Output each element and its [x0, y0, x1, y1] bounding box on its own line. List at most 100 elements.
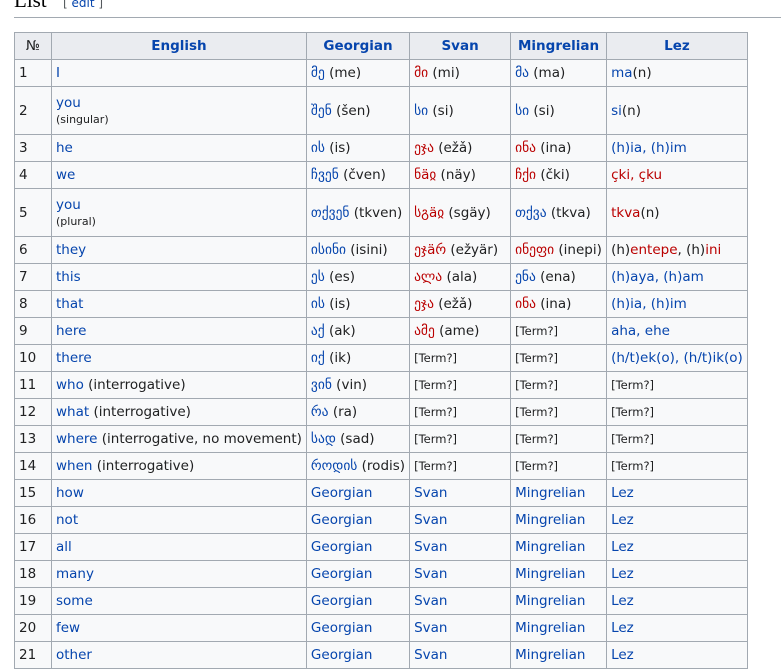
red-link[interactable]: entepe: [630, 242, 677, 258]
wiki-link[interactable]: Georgian: [311, 566, 373, 582]
wiki-link[interactable]: ვინ: [311, 377, 332, 393]
wiki-link[interactable]: you: [56, 197, 81, 213]
wiki-link[interactable]: we: [56, 167, 75, 183]
red-link[interactable]: ნäჲ: [414, 167, 436, 183]
wiki-link[interactable]: I: [56, 65, 60, 81]
wiki-link[interactable]: Mingrelian: [515, 593, 585, 609]
wiki-link[interactable]: ის: [311, 296, 325, 312]
wiki-link[interactable]: Svan: [414, 512, 447, 528]
wiki-link[interactable]: Lez: [611, 539, 634, 555]
red-link[interactable]: ეჯა: [414, 296, 434, 312]
wiki-link[interactable]: ის: [311, 140, 325, 156]
wiki-link[interactable]: ეს: [311, 269, 325, 285]
wiki-link[interactable]: სი: [414, 103, 428, 119]
wiki-link[interactable]: სი: [515, 103, 529, 119]
wiki-link[interactable]: Lez: [611, 485, 634, 501]
wiki-link[interactable]: many: [56, 566, 94, 582]
wiki-link[interactable]: ენა: [515, 269, 536, 285]
red-link[interactable]: çki, çku: [611, 167, 662, 183]
wiki-link[interactable]: იქ: [311, 350, 325, 366]
wiki-link[interactable]: Lez: [611, 620, 634, 636]
column-header-georgian[interactable]: Georgian: [305, 32, 411, 60]
cell-english: you (plural): [51, 188, 307, 237]
wiki-link[interactable]: Georgian: [311, 593, 373, 609]
wiki-link[interactable]: როდის: [311, 458, 357, 474]
wiki-link[interactable]: Mingrelian: [515, 620, 585, 636]
wiki-link[interactable]: მე: [311, 65, 325, 81]
wiki-link[interactable]: Mingrelian: [515, 512, 585, 528]
wiki-link[interactable]: they: [56, 242, 86, 258]
wiki-link[interactable]: (h/t)ek(o), (h/t)ik(o): [611, 350, 743, 366]
column-header-svan[interactable]: Svan: [409, 32, 512, 60]
wiki-link[interactable]: when: [56, 458, 92, 474]
wiki-link[interactable]: Georgian: [311, 647, 373, 663]
column-header-mingrelian[interactable]: Mingrelian: [510, 32, 608, 60]
wiki-link[interactable]: this: [56, 269, 81, 285]
wiki-link[interactable]: some: [56, 593, 93, 609]
wiki-link[interactable]: you: [56, 95, 81, 111]
wiki-link[interactable]: Svan: [414, 593, 447, 609]
edit-link[interactable]: edit: [72, 0, 95, 10]
wiki-link[interactable]: not: [56, 512, 78, 528]
wiki-link[interactable]: few: [56, 620, 80, 636]
wiki-link[interactable]: what: [56, 404, 89, 420]
wiki-link[interactable]: თქვენ: [311, 205, 350, 221]
wiki-link[interactable]: Mingrelian: [515, 485, 585, 501]
wiki-link[interactable]: რა: [311, 404, 329, 420]
wiki-link[interactable]: Svan: [414, 566, 447, 582]
wiki-link[interactable]: Mingrelian: [515, 566, 585, 582]
red-link[interactable]: ინა: [515, 296, 536, 312]
wiki-link[interactable]: si: [611, 103, 622, 119]
wiki-link[interactable]: (h)aya, (h)am: [611, 269, 704, 285]
red-link[interactable]: ეჯäრ: [414, 242, 446, 258]
wiki-link[interactable]: Svan: [414, 485, 447, 501]
wiki-link[interactable]: who: [56, 377, 84, 393]
red-link[interactable]: tkva: [611, 205, 640, 221]
cell-lez: (h)ia, (h)im: [606, 134, 748, 162]
red-link[interactable]: ini: [705, 242, 721, 258]
wiki-link[interactable]: Svan: [414, 620, 447, 636]
red-link[interactable]: მი: [414, 65, 428, 81]
wiki-link[interactable]: other: [56, 647, 92, 663]
red-link[interactable]: ეჯა: [414, 140, 434, 156]
column-header-lez[interactable]: Lez: [606, 32, 748, 60]
wiki-link[interactable]: Georgian: [311, 512, 373, 528]
wiki-link[interactable]: მა: [515, 65, 529, 81]
wiki-link[interactable]: Lez: [611, 566, 634, 582]
wiki-link[interactable]: ისინი: [311, 242, 346, 258]
wiki-link[interactable]: Lez: [611, 512, 634, 528]
wiki-link[interactable]: (h)ia, (h)im: [611, 140, 687, 156]
wiki-link[interactable]: Georgian: [311, 485, 373, 501]
wiki-link[interactable]: Lez: [611, 647, 634, 663]
wiki-link[interactable]: (h)ia, (h)im: [611, 296, 687, 312]
red-link[interactable]: ჩქი: [515, 167, 536, 183]
wiki-link[interactable]: that: [56, 296, 83, 312]
red-link[interactable]: ინა: [515, 140, 536, 156]
wiki-link[interactable]: Svan: [414, 539, 447, 555]
wiki-link[interactable]: there: [56, 350, 92, 366]
wiki-link[interactable]: how: [56, 485, 84, 501]
wiki-link[interactable]: ჩვენ: [311, 167, 339, 183]
wiki-link[interactable]: Mingrelian: [515, 539, 585, 555]
wiki-link[interactable]: სად: [311, 431, 336, 447]
column-header-english[interactable]: English: [51, 32, 307, 60]
wiki-link[interactable]: Georgian: [311, 539, 373, 555]
wiki-link[interactable]: aha, ehe: [611, 323, 670, 339]
column-header-number[interactable]: №: [14, 32, 52, 60]
wiki-link[interactable]: where: [56, 431, 97, 447]
red-link[interactable]: ინეფი: [515, 242, 554, 258]
red-link[interactable]: ალა: [414, 269, 442, 285]
red-link[interactable]: ამე: [414, 323, 435, 339]
wiki-link[interactable]: Mingrelian: [515, 647, 585, 663]
wiki-link[interactable]: here: [56, 323, 86, 339]
wiki-link[interactable]: Georgian: [311, 620, 373, 636]
wiki-link[interactable]: all: [56, 539, 72, 555]
wiki-link[interactable]: ma: [611, 65, 632, 81]
red-link[interactable]: სგäჲ: [414, 205, 444, 221]
wiki-link[interactable]: თქვა: [515, 205, 547, 221]
wiki-link[interactable]: Lez: [611, 593, 634, 609]
wiki-link[interactable]: აქ: [311, 323, 325, 339]
wiki-link[interactable]: შენ: [311, 103, 332, 119]
wiki-link[interactable]: Svan: [414, 647, 447, 663]
wiki-link[interactable]: he: [56, 140, 73, 156]
